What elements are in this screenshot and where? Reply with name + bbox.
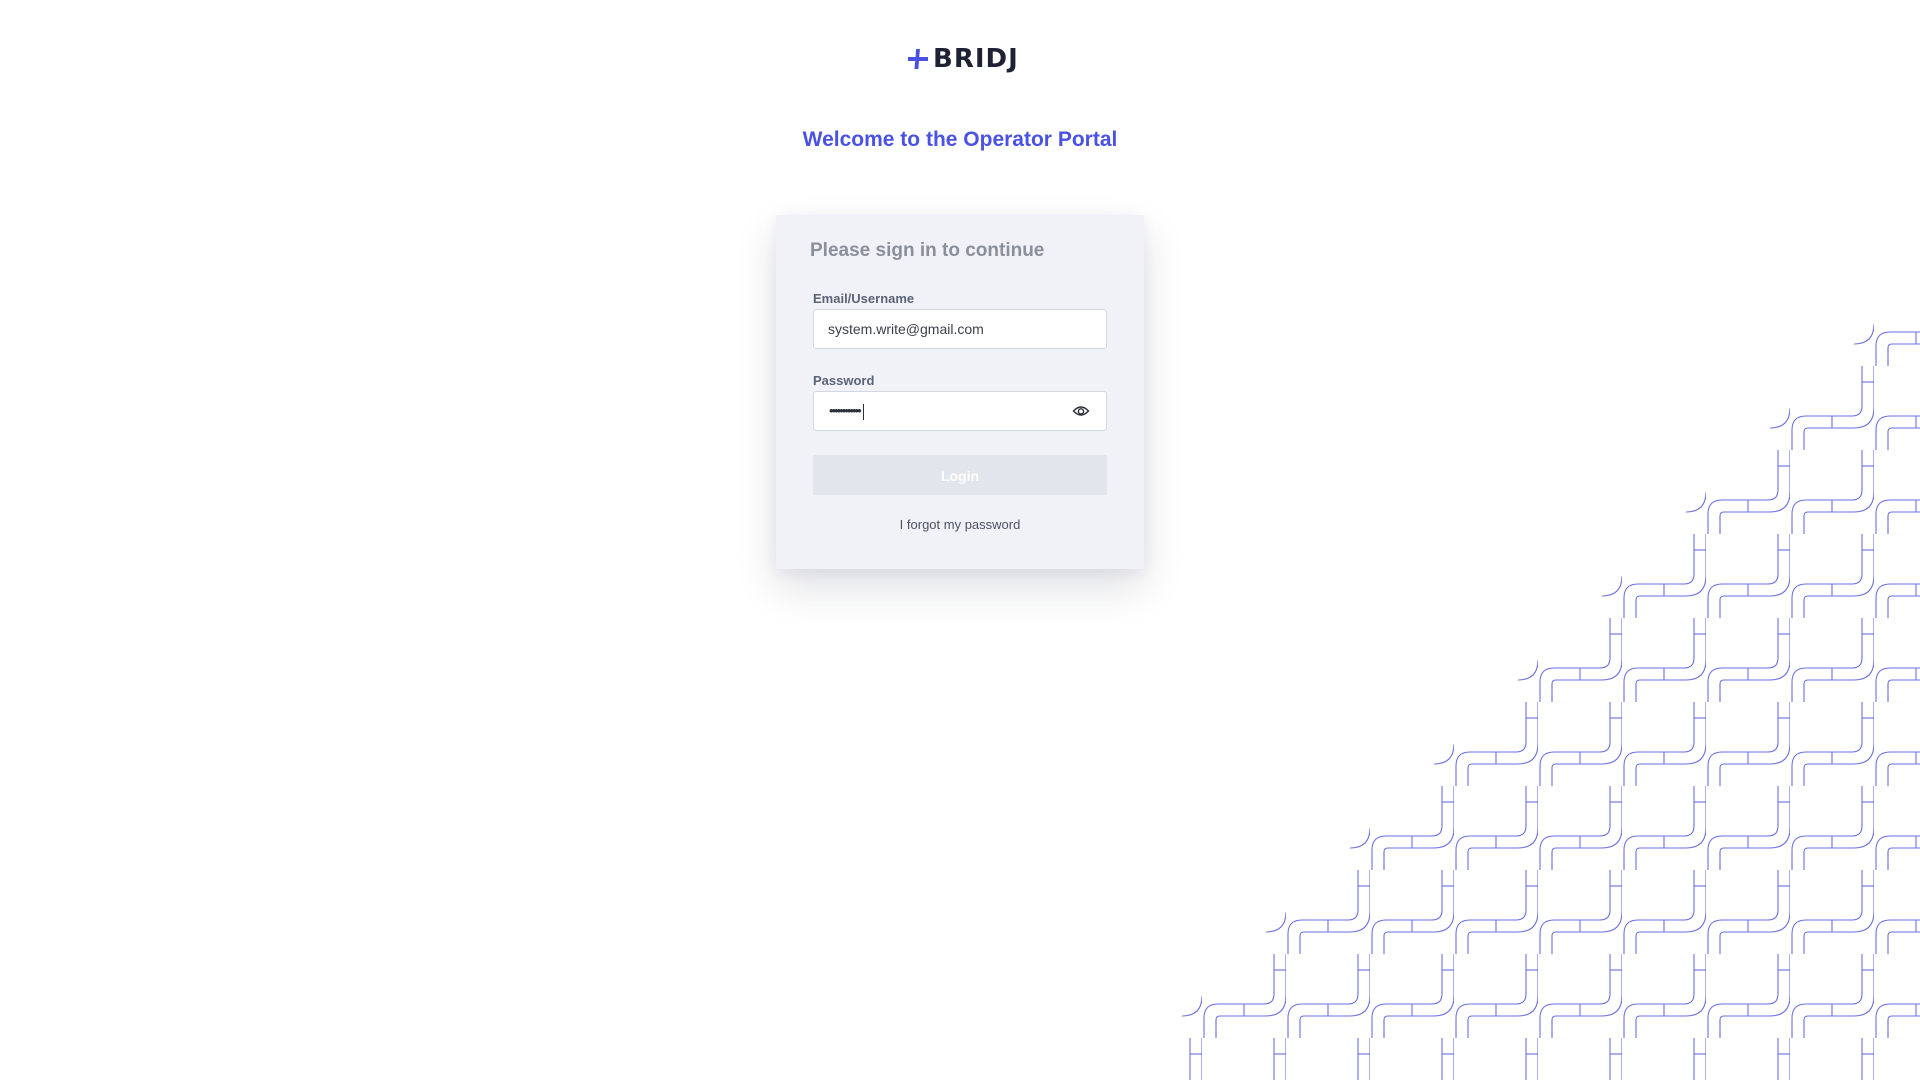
- password-value: ••••••••••••: [829, 392, 864, 430]
- email-label: Email/Username: [813, 291, 915, 306]
- login-button[interactable]: Login: [813, 455, 1107, 495]
- login-page: BRIDJ Welcome to the Operator Portal Ple…: [0, 0, 1920, 1080]
- login-card: Please sign in to continue Email/Usernam…: [776, 215, 1144, 569]
- text-caret: [862, 403, 864, 420]
- brand-logo: BRIDJ: [906, 42, 1019, 76]
- forgot-password-link[interactable]: I forgot my password: [776, 517, 1144, 532]
- card-title: Please sign in to continue: [810, 240, 1045, 261]
- brand-name: BRIDJ: [933, 44, 1019, 74]
- plus-mark-icon: [908, 49, 928, 69]
- page-title: Welcome to the Operator Portal: [802, 128, 1118, 151]
- email-field-container: [813, 309, 1107, 349]
- password-label: Password: [813, 373, 875, 388]
- eye-icon[interactable]: [1072, 403, 1090, 419]
- email-field[interactable]: [814, 310, 1106, 348]
- password-field[interactable]: ••••••••••••: [813, 391, 1107, 431]
